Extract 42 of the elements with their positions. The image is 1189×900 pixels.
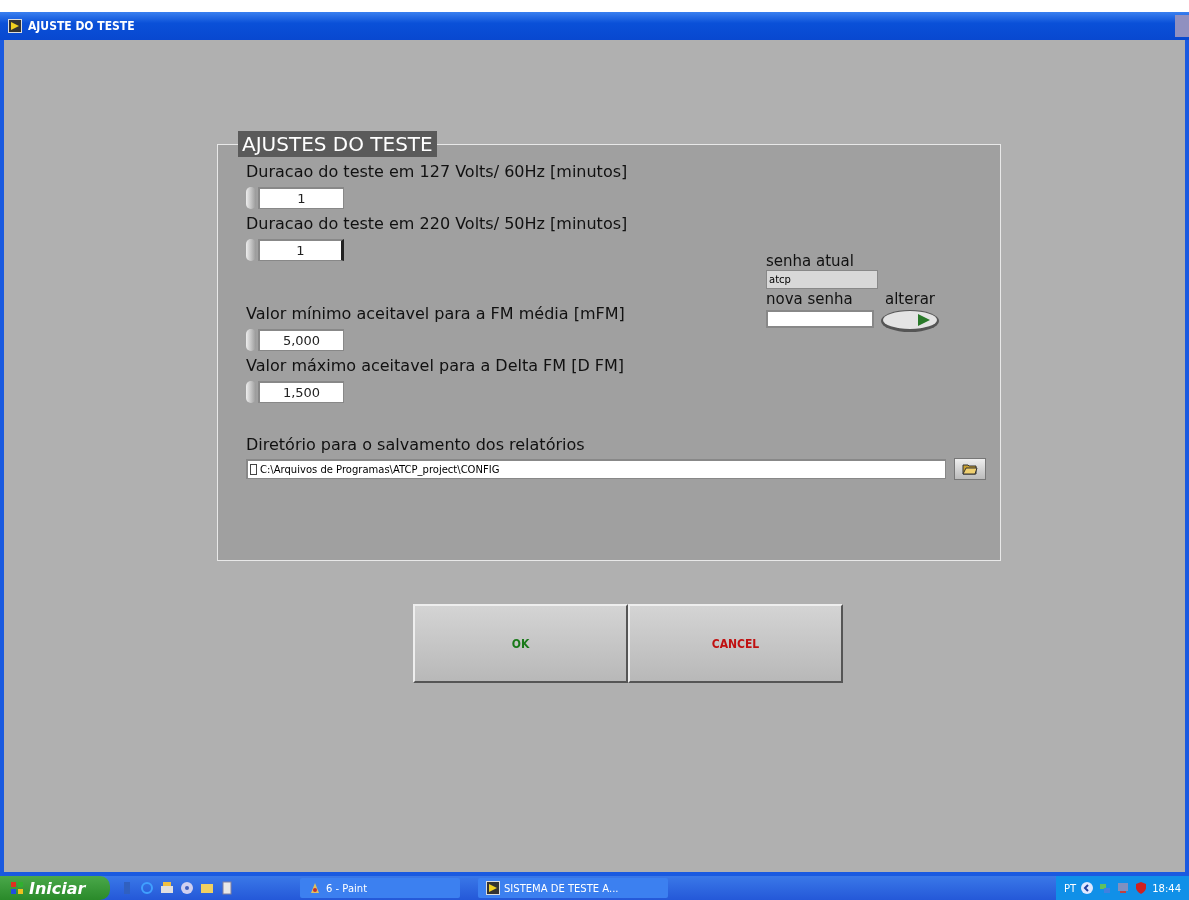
taskbar-button[interactable]: SISTEMA DE TESTE A...: [478, 878, 668, 898]
new-password-field[interactable]: [766, 310, 874, 328]
paint-icon: [308, 881, 322, 895]
numeric-field[interactable]: 5,000: [258, 329, 344, 351]
path-label: Diretório para o salvamento dos relatórios: [246, 435, 586, 454]
window-title: AJUSTE DO TESTE: [28, 19, 135, 33]
field-label: Duracao do teste em 127 Volts/ 60Hz [minutos]: [246, 161, 629, 183]
path-field[interactable]: C:\Arquivos de Programas\ATCP_project\CONFIG: [246, 459, 946, 479]
spinner-arrows-icon[interactable]: [246, 381, 256, 403]
browse-button[interactable]: [954, 458, 986, 480]
disc-icon[interactable]: [180, 881, 194, 895]
dialog-button[interactable]: OK: [413, 604, 628, 683]
spinner-arrows-icon[interactable]: [246, 329, 256, 351]
field-label: Valor mínimo aceitavel para a FM média [mFM]: [246, 303, 626, 325]
folder-icon: [962, 463, 978, 475]
numeric-field[interactable]: 1: [258, 239, 344, 261]
printer-icon[interactable]: [160, 881, 174, 895]
run-arrow-icon: [8, 19, 22, 33]
spinner-arrows-icon[interactable]: [246, 187, 256, 209]
clock: 18:44: [1152, 882, 1181, 894]
field-label: Valor máximo aceitavel para a Delta FM [D FM]: [246, 355, 626, 377]
browser-icon[interactable]: [140, 881, 154, 895]
taskbar-button[interactable]: 6 - Paint: [300, 878, 460, 898]
start-button[interactable]: Iniciar: [0, 876, 110, 900]
panel-title: AJUSTES DO TESTE: [238, 131, 437, 157]
new-password-label: nova senha: [766, 291, 853, 308]
language-indicator[interactable]: PT: [1064, 882, 1077, 894]
current-password-label: senha atual: [766, 253, 855, 270]
computer-icon[interactable]: [1116, 881, 1131, 895]
windows-flag-icon: [10, 881, 24, 895]
folder-icon[interactable]: [200, 881, 214, 895]
dialog-button[interactable]: CANCEL: [628, 604, 843, 683]
document-icon[interactable]: [220, 881, 234, 895]
numeric-field[interactable]: 1: [258, 187, 344, 209]
shield-icon[interactable]: [1134, 881, 1149, 895]
spinner-arrows-icon[interactable]: [246, 239, 256, 261]
toggle-button[interactable]: [880, 308, 940, 334]
field-label: Duracao do teste em 220 Volts/ 50Hz [minutos]: [246, 213, 629, 235]
change-label: alterar: [885, 291, 935, 308]
run-arrow-icon: [486, 881, 500, 895]
current-password-field: atcp: [766, 270, 878, 289]
numeric-field[interactable]: 1,500: [258, 381, 344, 403]
